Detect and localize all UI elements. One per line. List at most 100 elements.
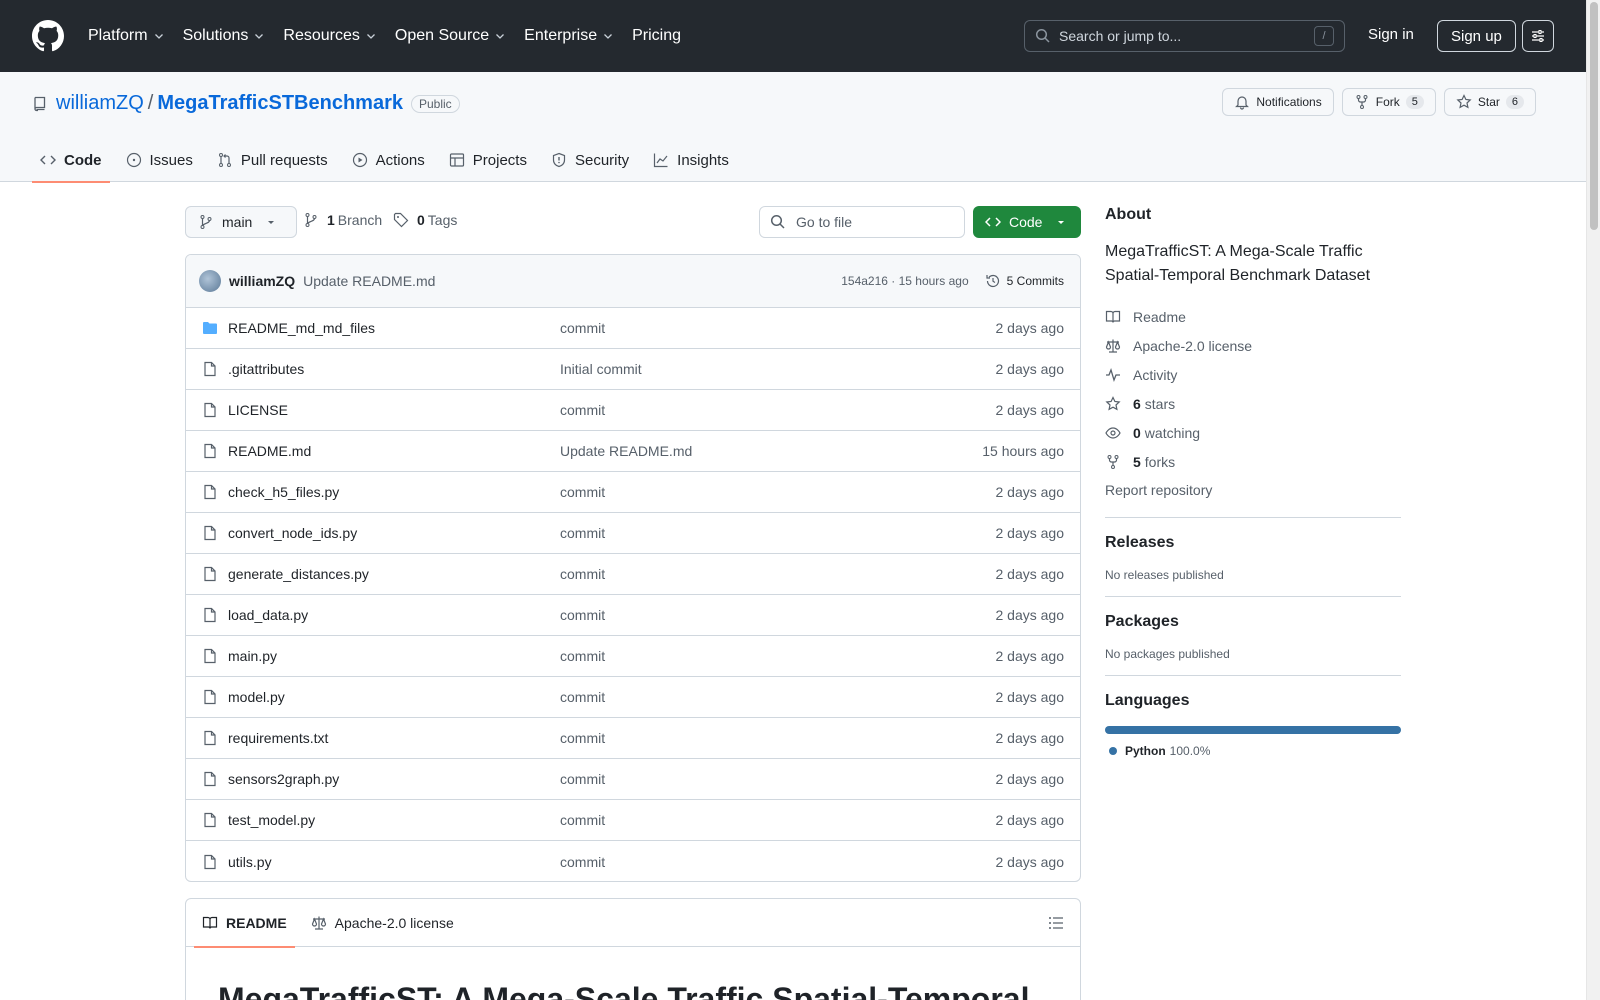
page-scrollbar[interactable] bbox=[1586, 0, 1600, 1000]
file-commit-link[interactable]: commit bbox=[560, 607, 996, 623]
file-row[interactable]: model.py commit 2 days ago bbox=[186, 677, 1080, 718]
file-name-link[interactable]: convert_node_ids.py bbox=[228, 525, 560, 541]
sign-up-button[interactable]: Sign up bbox=[1437, 20, 1516, 52]
file-row[interactable]: LICENSE commit 2 days ago bbox=[186, 390, 1080, 431]
file-row[interactable]: utils.py commit 2 days ago bbox=[186, 841, 1080, 881]
commit-author-link[interactable]: williamZQ bbox=[229, 273, 295, 289]
file-name-link[interactable]: test_model.py bbox=[228, 812, 560, 828]
tab-insights[interactable]: Insights bbox=[645, 138, 737, 182]
tab-code[interactable]: Code bbox=[32, 138, 110, 183]
file-name-link[interactable]: sensors2graph.py bbox=[228, 771, 560, 787]
file-name-link[interactable]: check_h5_files.py bbox=[228, 484, 560, 500]
nav-open-source[interactable]: Open Source bbox=[395, 27, 506, 45]
branch-icon bbox=[305, 213, 317, 227]
scrollbar-thumb[interactable] bbox=[1590, 2, 1598, 230]
commits-history-link[interactable]: 5 Commits bbox=[985, 273, 1064, 289]
file-row[interactable]: sensors2graph.py commit 2 days ago bbox=[186, 759, 1080, 800]
file-name-link[interactable]: LICENSE bbox=[228, 402, 560, 418]
file-commit-link[interactable]: Update README.md bbox=[560, 443, 982, 459]
license-tab[interactable]: Apache-2.0 license bbox=[303, 899, 462, 947]
file-commit-link[interactable]: commit bbox=[560, 402, 996, 418]
repository-header: williamZQ / MegaTrafficSTBenchmark Publi… bbox=[0, 72, 1586, 183]
repo-title: williamZQ / MegaTrafficSTBenchmark Publi… bbox=[32, 92, 460, 115]
code-dropdown-button[interactable]: Code bbox=[973, 206, 1081, 238]
file-commit-link[interactable]: commit bbox=[560, 320, 996, 336]
readme-link[interactable]: Readme bbox=[1105, 302, 1401, 331]
stars-link[interactable]: 6 stars bbox=[1105, 389, 1401, 418]
file-commit-link[interactable]: commit bbox=[560, 730, 996, 746]
file-row[interactable]: requirements.txt commit 2 days ago bbox=[186, 718, 1080, 759]
file-commit-link[interactable]: commit bbox=[560, 854, 996, 870]
commit-meta[interactable]: 154a216 · 15 hours ago bbox=[841, 274, 968, 288]
sidebar-divider bbox=[1105, 596, 1401, 597]
file-row[interactable]: generate_distances.py commit 2 days ago bbox=[186, 554, 1080, 595]
github-logo-icon[interactable] bbox=[32, 20, 64, 52]
file-commit-link[interactable]: Initial commit bbox=[560, 361, 996, 377]
watchers-link[interactable]: 0 watching bbox=[1105, 418, 1401, 447]
branch-selector-button[interactable]: main bbox=[185, 206, 298, 238]
license-link[interactable]: Apache-2.0 license bbox=[1105, 331, 1401, 360]
license-link-label: Apache-2.0 license bbox=[1133, 337, 1253, 354]
nav-resources[interactable]: Resources bbox=[283, 27, 376, 45]
nav-solutions[interactable]: Solutions bbox=[183, 27, 266, 45]
file-commit-link[interactable]: commit bbox=[560, 812, 996, 828]
report-repository-link[interactable]: Report repository bbox=[1105, 476, 1401, 503]
star-button[interactable]: Star 6 bbox=[1443, 88, 1536, 116]
file-row[interactable]: check_h5_files.py commit 2 days ago bbox=[186, 472, 1080, 513]
list-unordered-icon[interactable] bbox=[1048, 915, 1064, 931]
tab-security[interactable]: Security bbox=[543, 138, 637, 182]
language-item-python[interactable]: Python 100.0% bbox=[1105, 744, 1401, 758]
tab-projects[interactable]: Projects bbox=[441, 138, 535, 182]
file-row[interactable]: main.py commit 2 days ago bbox=[186, 636, 1080, 677]
file-name-link[interactable]: main.py bbox=[228, 648, 560, 664]
chevron-down-icon bbox=[255, 34, 264, 39]
repo-owner-link[interactable]: williamZQ bbox=[56, 92, 144, 115]
file-row[interactable]: test_model.py commit 2 days ago bbox=[186, 800, 1080, 841]
file-name-link[interactable]: utils.py bbox=[228, 854, 560, 870]
nav-platform[interactable]: Platform bbox=[88, 27, 165, 45]
releases-heading[interactable]: Releases bbox=[1105, 534, 1401, 552]
file-commit-link[interactable]: commit bbox=[560, 771, 996, 787]
avatar[interactable] bbox=[199, 270, 221, 292]
file-name-link[interactable]: README_md_md_files bbox=[228, 320, 560, 336]
go-to-file-input[interactable]: Go to file bbox=[759, 206, 965, 238]
tab-pull-requests[interactable]: Pull requests bbox=[209, 138, 336, 182]
file-name-link[interactable]: generate_distances.py bbox=[228, 566, 560, 582]
file-commit-link[interactable]: commit bbox=[560, 484, 996, 500]
activity-link[interactable]: Activity bbox=[1105, 360, 1401, 389]
file-row[interactable]: load_data.py commit 2 days ago bbox=[186, 595, 1080, 636]
notifications-button[interactable]: Notifications bbox=[1222, 88, 1334, 116]
tags-link[interactable]: 0 Tags bbox=[393, 212, 457, 228]
file-name-link[interactable]: .gitattributes bbox=[228, 361, 560, 377]
file-commit-link[interactable]: commit bbox=[560, 525, 996, 541]
file-commit-link[interactable]: commit bbox=[560, 689, 996, 705]
file-commit-link[interactable]: commit bbox=[560, 648, 996, 664]
file-name-link[interactable]: load_data.py bbox=[228, 607, 560, 623]
forks-link[interactable]: 5 forks bbox=[1105, 447, 1401, 476]
repo-tabs: Code Issues Pull requests Actions Projec… bbox=[32, 138, 745, 183]
code-button-label: Code bbox=[1009, 214, 1043, 230]
readme-tab[interactable]: README bbox=[194, 899, 295, 948]
file-name-link[interactable]: requirements.txt bbox=[228, 730, 560, 746]
branches-link[interactable]: 1 Branch bbox=[303, 212, 382, 228]
packages-heading[interactable]: Packages bbox=[1105, 613, 1401, 631]
sign-in-link[interactable]: Sign in bbox=[1368, 26, 1414, 43]
commit-message-link[interactable]: Update README.md bbox=[303, 273, 841, 289]
file-row[interactable]: convert_node_ids.py commit 2 days ago bbox=[186, 513, 1080, 554]
file-commit-link[interactable]: commit bbox=[560, 566, 996, 582]
file-row[interactable]: .gitattributes Initial commit 2 days ago bbox=[186, 349, 1080, 390]
file-name-link[interactable]: README.md bbox=[228, 443, 560, 459]
global-search-input[interactable]: Search or jump to... / bbox=[1024, 20, 1345, 52]
nav-enterprise[interactable]: Enterprise bbox=[524, 27, 614, 45]
tab-issues[interactable]: Issues bbox=[118, 138, 201, 182]
file-row[interactable]: README.md Update README.md 15 hours ago bbox=[186, 431, 1080, 472]
chevron-down-icon bbox=[496, 34, 505, 39]
nav-pricing[interactable]: Pricing bbox=[632, 27, 681, 45]
file-date: 15 hours ago bbox=[982, 443, 1064, 459]
file-row[interactable]: README_md_md_files commit 2 days ago bbox=[186, 308, 1080, 349]
fork-button[interactable]: Fork 5 bbox=[1341, 88, 1436, 116]
repo-name-link[interactable]: MegaTrafficSTBenchmark bbox=[157, 92, 403, 115]
settings-menu-button[interactable] bbox=[1522, 20, 1554, 52]
file-name-link[interactable]: model.py bbox=[228, 689, 560, 705]
tab-actions[interactable]: Actions bbox=[344, 138, 433, 182]
